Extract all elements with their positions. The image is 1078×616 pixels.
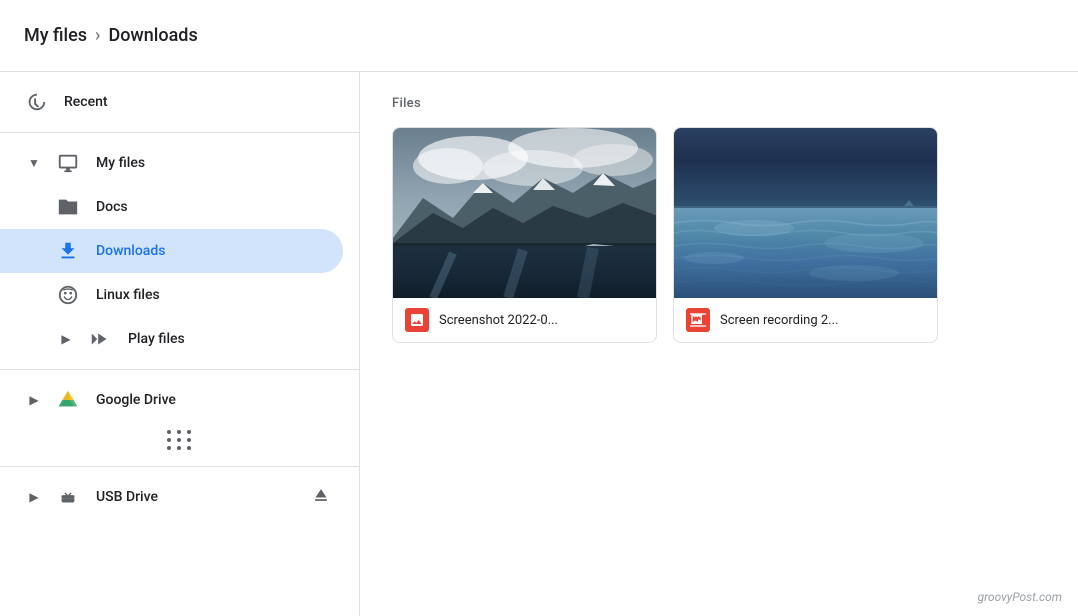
sidebar-label-play-files: Play files bbox=[128, 331, 185, 347]
sidebar-item-docs[interactable]: Docs bbox=[0, 185, 343, 229]
file-info-screen-recording: Screen recording 2... bbox=[674, 298, 937, 342]
divider-2 bbox=[0, 369, 359, 370]
more-options-dots[interactable] bbox=[0, 422, 359, 458]
files-section-label: Files bbox=[392, 96, 1046, 111]
sidebar-label-my-files: My files bbox=[96, 155, 145, 171]
drive-icon bbox=[56, 388, 80, 412]
eject-icon[interactable] bbox=[311, 485, 331, 509]
sidebar-label-usb-drive: USB Drive bbox=[96, 489, 158, 505]
video-type-icon bbox=[686, 308, 710, 332]
sidebar: Recent ▼ My files Docs bbox=[0, 72, 360, 616]
sidebar-label-downloads: Downloads bbox=[96, 243, 165, 259]
sidebar-label-docs: Docs bbox=[96, 199, 128, 215]
sidebar-item-my-files[interactable]: ▼ My files bbox=[0, 141, 343, 185]
clock-icon bbox=[24, 90, 48, 114]
file-name-screen-recording: Screen recording 2... bbox=[720, 313, 838, 328]
breadcrumb-parent[interactable]: My files bbox=[24, 25, 87, 46]
watermark: groovyPost.com bbox=[978, 590, 1062, 604]
sidebar-item-google-drive[interactable]: ▶ Google Drive bbox=[0, 378, 343, 422]
sidebar-item-play-files[interactable]: ▶ Play files bbox=[0, 317, 343, 361]
file-thumbnail-screenshot bbox=[393, 128, 656, 298]
file-card-screenshot[interactable]: Screenshot 2022-0... bbox=[392, 127, 657, 343]
folder-icon bbox=[56, 195, 80, 219]
play-icon bbox=[88, 327, 112, 351]
header: My files › Downloads bbox=[0, 0, 1078, 72]
breadcrumb: My files › Downloads bbox=[24, 25, 198, 46]
sidebar-label-linux-files: Linux files bbox=[96, 287, 160, 303]
file-info-screenshot: Screenshot 2022-0... bbox=[393, 298, 656, 342]
divider-1 bbox=[0, 132, 359, 133]
breadcrumb-separator: › bbox=[95, 25, 100, 46]
expand-arrow-usb-drive: ▶ bbox=[24, 487, 44, 507]
file-thumbnail-screen-recording bbox=[674, 128, 937, 298]
sidebar-item-recent[interactable]: Recent bbox=[0, 80, 343, 124]
expand-arrow-my-files: ▼ bbox=[24, 153, 44, 173]
file-name-screenshot: Screenshot 2022-0... bbox=[439, 313, 558, 328]
sidebar-item-linux-files[interactable]: Linux files bbox=[0, 273, 343, 317]
dots-grid bbox=[167, 430, 193, 450]
sidebar-item-usb-drive[interactable]: ▶ USB Drive bbox=[0, 475, 343, 519]
sidebar-item-downloads[interactable]: Downloads bbox=[0, 229, 343, 273]
sidebar-label-recent: Recent bbox=[64, 94, 108, 110]
usb-icon bbox=[56, 485, 80, 509]
sidebar-label-google-drive: Google Drive bbox=[96, 392, 176, 408]
expand-arrow-play-files: ▶ bbox=[56, 329, 76, 349]
computer-icon bbox=[56, 151, 80, 175]
expand-arrow-google-drive: ▶ bbox=[24, 390, 44, 410]
files-grid: Screenshot 2022-0... bbox=[392, 127, 1046, 343]
divider-3 bbox=[0, 466, 359, 467]
image-type-icon bbox=[405, 308, 429, 332]
content-area: Files bbox=[360, 72, 1078, 616]
breadcrumb-current: Downloads bbox=[108, 25, 197, 46]
download-icon bbox=[56, 239, 80, 263]
linux-icon bbox=[56, 283, 80, 307]
file-card-screen-recording[interactable]: Screen recording 2... bbox=[673, 127, 938, 343]
main-layout: Recent ▼ My files Docs bbox=[0, 72, 1078, 616]
